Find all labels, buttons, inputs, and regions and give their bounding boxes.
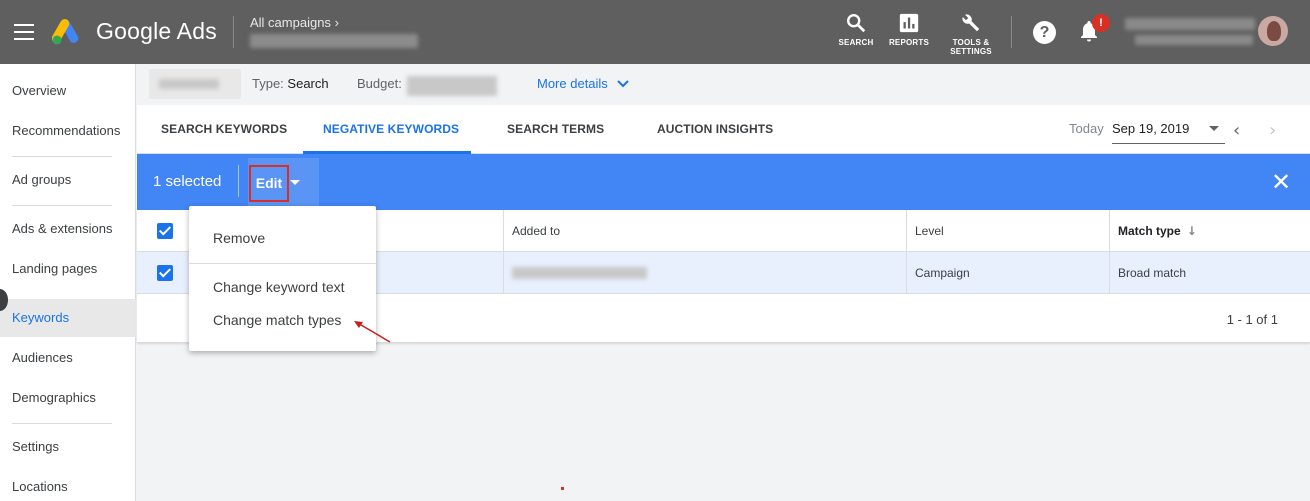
keyword-tabs: SEARCH KEYWORDS NEGATIVE KEYWORDS SEARCH… (137, 105, 1310, 154)
chevron-down-icon (617, 80, 630, 88)
nav-item-overview[interactable]: Overview (0, 72, 136, 110)
left-nav: Overview Recommendations Ad groups Ads &… (0, 64, 136, 501)
nav-item-ads-extensions[interactable]: Ads & extensions (0, 210, 136, 248)
column-header-added-to[interactable]: Added to (504, 210, 560, 252)
notification-badge: ! (1092, 14, 1110, 32)
menu-item-change-keyword-text[interactable]: Change keyword text (213, 279, 345, 295)
date-range-picker[interactable]: Sep 19, 2019 (1112, 121, 1189, 136)
campaign-type: Type: Search (252, 76, 329, 91)
column-header-match-type[interactable]: Match type ↓ (1110, 210, 1197, 252)
tab-negative-keywords[interactable]: NEGATIVE KEYWORDS (323, 122, 459, 136)
account-name-redacted[interactable] (1125, 18, 1255, 30)
cell-match-type: Broad match (1118, 266, 1187, 280)
select-all-checkbox[interactable] (157, 223, 173, 239)
caret-down-icon[interactable] (290, 180, 300, 185)
account-email-redacted (1135, 35, 1253, 45)
google-ads-logo-icon (52, 19, 79, 45)
chevron-right-icon: › (1269, 120, 1277, 141)
nav-item-audiences[interactable]: Audiences (0, 339, 136, 377)
budget-value-redacted (407, 76, 497, 96)
reports-icon (899, 13, 919, 33)
nav-item-locations[interactable]: Locations (0, 468, 136, 501)
divider (1011, 16, 1012, 48)
edit-menu: Remove Change keyword text Change match … (189, 206, 376, 351)
close-icon[interactable]: ✕ (1271, 168, 1291, 196)
chevron-left-icon[interactable]: ‹ (1233, 120, 1240, 141)
nav-item-landing-pages[interactable]: Landing pages (0, 250, 136, 288)
divider (233, 16, 234, 48)
divider (238, 165, 239, 197)
column-header-level[interactable]: Level (907, 210, 944, 252)
status-redacted[interactable] (149, 69, 241, 99)
app-name: Google Ads (96, 18, 217, 44)
pagination-info: 1 - 1 of 1 (1226, 312, 1278, 327)
budget-label: Budget: (357, 76, 402, 91)
nav-item-demographics[interactable]: Demographics (0, 379, 136, 417)
selection-bar: 1 selected Edit ✕ (137, 154, 1310, 210)
row-checkbox[interactable] (157, 265, 173, 281)
column-divider (1109, 210, 1110, 294)
nav-item-ad-groups[interactable]: Ad groups (0, 161, 136, 199)
sort-down-arrow-icon: ↓ (1186, 224, 1197, 238)
column-divider (503, 210, 504, 294)
menu-item-remove[interactable]: Remove (213, 230, 265, 246)
marker-dot (561, 487, 564, 490)
caret-down-icon[interactable] (1209, 126, 1219, 131)
nav-item-settings[interactable]: Settings (0, 428, 136, 466)
annotation-arrow-icon (354, 321, 391, 343)
nav-divider (12, 205, 112, 206)
nav-divider (12, 156, 112, 157)
help-icon[interactable]: ? (1033, 21, 1056, 44)
search-tool-button[interactable]: SEARCH (838, 12, 874, 47)
nav-item-keywords[interactable]: Keywords (0, 299, 136, 337)
tools-settings-button[interactable]: TOOLS & SETTINGS (947, 12, 995, 56)
avatar[interactable] (1258, 16, 1288, 46)
tab-search-terms[interactable]: SEARCH TERMS (507, 122, 604, 136)
edit-button[interactable]: Edit (249, 165, 289, 202)
chevron-right-icon: › (334, 15, 339, 30)
search-icon (847, 14, 866, 33)
cell-level: Campaign (915, 266, 970, 280)
campaign-name-redacted[interactable] (250, 34, 418, 48)
tab-search-keywords[interactable]: SEARCH KEYWORDS (161, 122, 287, 136)
wrench-icon (962, 14, 980, 32)
nav-divider (12, 423, 112, 424)
column-divider (906, 210, 907, 294)
menu-item-change-match-types[interactable]: Change match types (213, 312, 341, 328)
campaign-info-bar: Type: Search Budget: More details (137, 64, 1310, 105)
more-details-link[interactable]: More details (537, 76, 630, 91)
breadcrumb-all-campaigns[interactable]: All campaigns › (250, 15, 339, 30)
tab-auction-insights[interactable]: AUCTION INSIGHTS (657, 122, 773, 136)
date-range-label: Today (1069, 121, 1104, 136)
top-bar: Google Ads All campaigns › SEARCH REPORT… (0, 0, 1310, 64)
menu-icon[interactable] (14, 24, 34, 40)
date-picker-underline (1112, 143, 1225, 144)
nav-item-recommendations[interactable]: Recommendations (0, 112, 136, 150)
menu-divider (189, 263, 376, 264)
added-to-redacted (512, 267, 647, 279)
reports-tool-button[interactable]: REPORTS (888, 12, 930, 47)
selected-count: 1 selected (153, 173, 222, 190)
